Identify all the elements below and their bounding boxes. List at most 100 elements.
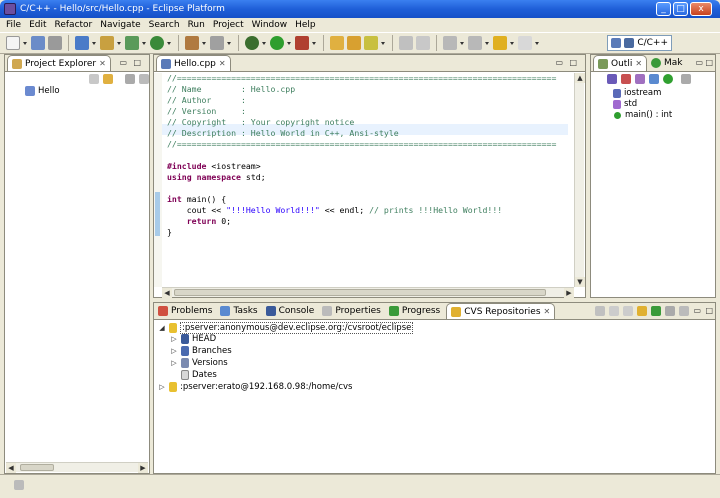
- maximize-view-icon[interactable]: □: [705, 58, 713, 67]
- new-location-icon[interactable]: [637, 306, 647, 316]
- chevron-down-icon[interactable]: [510, 36, 515, 50]
- maximize-view-icon[interactable]: □: [705, 306, 713, 315]
- repository-child-dates[interactable]: Dates: [170, 370, 217, 380]
- pencil-icon[interactable]: [364, 36, 378, 50]
- code-text-area[interactable]: //======================================…: [167, 73, 568, 288]
- tab-cvs-repositories[interactable]: CVS Repositories ✕: [446, 303, 556, 319]
- scroll-up-icon[interactable]: ▲: [575, 73, 585, 83]
- code-line[interactable]: #include <iostream>: [167, 161, 261, 172]
- back-arrow-icon[interactable]: [493, 36, 507, 50]
- open-perspective-icon[interactable]: [611, 38, 622, 48]
- expand-right-icon[interactable]: ▷: [170, 335, 178, 343]
- minimize-view-icon[interactable]: ▭: [693, 306, 701, 315]
- repository-child-head[interactable]: ▷ HEAD: [170, 334, 216, 344]
- open-element-icon[interactable]: [347, 36, 361, 50]
- chevron-down-icon[interactable]: [167, 36, 172, 50]
- expand-right-icon[interactable]: ▷: [170, 347, 178, 355]
- hide-static-icon[interactable]: [635, 74, 645, 84]
- refresh-icon[interactable]: [651, 306, 661, 316]
- menu-project[interactable]: Project: [209, 20, 248, 30]
- toggle-mark-icon[interactable]: [416, 36, 430, 50]
- tab-problems[interactable]: Problems: [154, 303, 216, 319]
- outline-item-main[interactable]: main() : int: [613, 110, 672, 120]
- chevron-down-icon[interactable]: [139, 74, 149, 84]
- expand-down-icon[interactable]: ◢: [158, 324, 166, 332]
- view-menu-icon[interactable]: [679, 306, 689, 316]
- tab-properties[interactable]: Properties: [318, 303, 384, 319]
- repository-row-erato[interactable]: ▷ :pserver:erato@192.168.0.98:/home/cvs: [158, 382, 352, 392]
- close-button[interactable]: x: [690, 2, 712, 16]
- tab-progress[interactable]: Progress: [385, 303, 444, 319]
- maximize-button[interactable]: □: [673, 2, 688, 16]
- scroll-left-icon[interactable]: ◀: [6, 463, 16, 473]
- close-icon[interactable]: ✕: [544, 307, 551, 316]
- view-menu-icon[interactable]: [681, 74, 691, 84]
- perspective-switcher[interactable]: C/C++: [607, 35, 672, 51]
- minimize-view-icon[interactable]: ▭: [555, 58, 563, 67]
- chevron-down-icon[interactable]: [117, 36, 122, 50]
- open-type-icon[interactable]: [330, 36, 344, 50]
- code-line[interactable]: //======================================…: [167, 73, 556, 84]
- annotation-icon[interactable]: [399, 36, 413, 50]
- build-icon[interactable]: [75, 36, 89, 50]
- add-repository-icon[interactable]: [595, 306, 605, 316]
- chevron-down-icon[interactable]: [202, 36, 207, 50]
- tab-make-targets[interactable]: Mak: [647, 55, 687, 71]
- tree-item-hello-project[interactable]: Hello: [25, 86, 60, 96]
- expand-right-icon[interactable]: ▷: [158, 383, 166, 391]
- chevron-down-icon[interactable]: [227, 36, 232, 50]
- chevron-down-icon[interactable]: [142, 36, 147, 50]
- chevron-down-icon[interactable]: [460, 36, 465, 50]
- chevron-down-icon[interactable]: [535, 36, 540, 50]
- menu-window[interactable]: Window: [248, 20, 292, 30]
- menu-edit[interactable]: Edit: [25, 20, 50, 30]
- scroll-down-icon[interactable]: ▼: [575, 277, 585, 287]
- repository-child-branches[interactable]: ▷ Branches: [170, 346, 232, 356]
- hide-fields-icon[interactable]: [621, 74, 631, 84]
- chevron-down-icon[interactable]: [287, 36, 292, 50]
- forward-arrow-icon[interactable]: [518, 36, 532, 50]
- menu-search[interactable]: Search: [145, 20, 184, 30]
- code-line[interactable]: // Author :: [167, 95, 246, 106]
- scroll-thumb[interactable]: [174, 289, 546, 296]
- new-source-icon[interactable]: [150, 36, 164, 50]
- code-line[interactable]: // Description : Hello World in C++, Ans…: [167, 128, 399, 139]
- close-icon[interactable]: ✕: [99, 59, 106, 68]
- tab-project-explorer[interactable]: Project Explorer ✕: [7, 55, 111, 71]
- link-editor-icon[interactable]: [103, 74, 113, 84]
- editor-horizontal-scrollbar[interactable]: ◀ ▶: [162, 287, 574, 298]
- code-line[interactable]: int main() {: [167, 194, 226, 205]
- repository-child-versions[interactable]: ▷ Versions: [170, 358, 228, 368]
- collapse-all-icon[interactable]: [89, 74, 99, 84]
- close-icon[interactable]: ✕: [219, 59, 226, 68]
- menu-run[interactable]: Run: [184, 20, 209, 30]
- horizontal-scrollbar[interactable]: ◀ ▶: [6, 462, 148, 473]
- fast-view-icon[interactable]: [14, 480, 24, 490]
- new-file-icon[interactable]: [6, 36, 20, 50]
- maximize-view-icon[interactable]: □: [569, 58, 577, 67]
- view-menu-icon[interactable]: [125, 74, 135, 84]
- close-icon[interactable]: ✕: [635, 59, 642, 68]
- chevron-down-icon[interactable]: [262, 36, 267, 50]
- collapse-all-icon[interactable]: [665, 306, 675, 316]
- code-line[interactable]: cout << "!!!Hello World!!!" << endl; // …: [167, 205, 503, 216]
- scroll-thumb[interactable]: [20, 464, 54, 471]
- expand-right-icon[interactable]: ▷: [170, 359, 178, 367]
- prev-annotation-icon[interactable]: [468, 36, 482, 50]
- code-line[interactable]: }: [167, 227, 172, 238]
- hammer-icon[interactable]: [185, 36, 199, 50]
- debug-icon[interactable]: [245, 36, 259, 50]
- perspective-label[interactable]: C/C++: [637, 38, 668, 48]
- forward-icon[interactable]: [623, 306, 633, 316]
- minimize-view-icon[interactable]: ▭: [119, 58, 127, 67]
- menu-file[interactable]: File: [2, 20, 25, 30]
- menu-navigate[interactable]: Navigate: [96, 20, 144, 30]
- scroll-left-icon[interactable]: ◀: [162, 288, 172, 298]
- back-icon[interactable]: [609, 306, 619, 316]
- save-icon[interactable]: [31, 36, 45, 50]
- editor-vertical-scrollbar[interactable]: ▲ ▼: [574, 73, 585, 287]
- external-tools-icon[interactable]: [295, 36, 309, 50]
- hide-nonpublic-icon[interactable]: [649, 74, 659, 84]
- hide-members-icon[interactable]: [663, 74, 673, 84]
- maximize-view-icon[interactable]: □: [133, 58, 141, 67]
